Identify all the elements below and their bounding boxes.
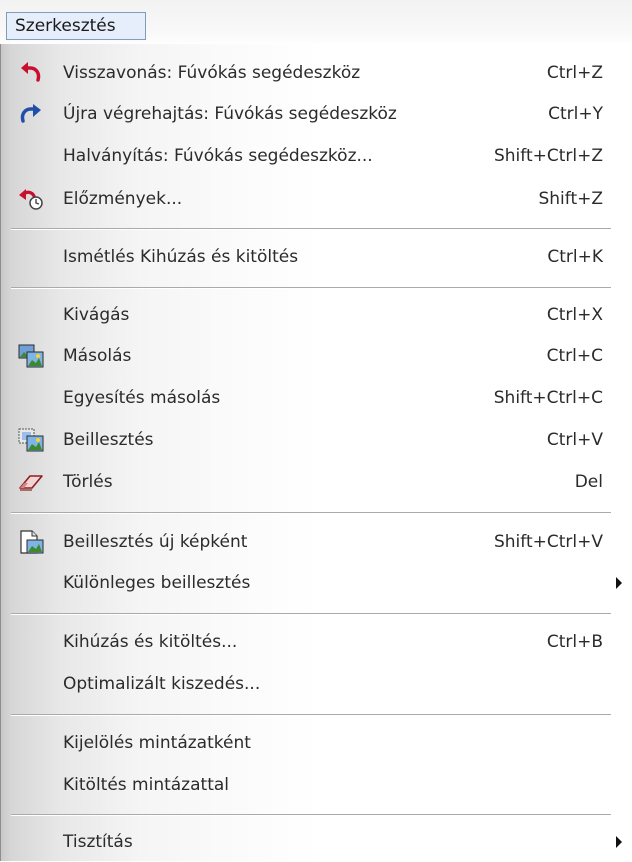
- menu-item-copy[interactable]: Másolás Ctrl+C: [1, 336, 632, 376]
- paste-icon: [18, 428, 44, 452]
- undo-icon: [18, 61, 44, 85]
- menu-item-shortcut: Ctrl+Y: [548, 104, 603, 124]
- menu-item-label: Beillesztés új képként: [63, 532, 248, 552]
- menu-item-shortcut: Ctrl+B: [546, 632, 603, 652]
- menu-item-repeat[interactable]: Ismétlés Kihúzás és kitöltés Ctrl+K: [1, 237, 632, 277]
- paste-as-new-image-icon: [18, 530, 44, 554]
- menu-item-cut[interactable]: Kivágás Ctrl+X: [1, 295, 632, 335]
- menu-separator: [11, 287, 611, 289]
- menu-item-optimized-selection[interactable]: Optimalizált kiszedés...: [1, 664, 632, 704]
- copy-icon: [18, 344, 44, 368]
- menu-item-copy-merged[interactable]: Egyesítés másolás Shift+Ctrl+C: [1, 378, 632, 418]
- menu-item-label: Visszavonás: Fúvókás segédeszköz: [63, 63, 361, 83]
- menu-item-fade[interactable]: Halványítás: Fúvókás segédeszköz... Shif…: [1, 136, 632, 176]
- menu-item-shortcut: Shift+Ctrl+C: [493, 388, 603, 408]
- menu-item-label: Kitöltés mintázattal: [63, 775, 229, 795]
- menu-item-label: Kivágás: [63, 305, 130, 325]
- menu-item-clear[interactable]: Tisztítás: [1, 822, 632, 862]
- menu-item-define-pattern[interactable]: Kijelölés mintázatként: [1, 723, 632, 763]
- menu-item-label: Ismétlés Kihúzás és kitöltés: [63, 247, 299, 267]
- menu-item-label: Optimalizált kiszedés...: [63, 674, 261, 694]
- redo-icon: [18, 102, 44, 126]
- menu-item-label: Beillesztés: [63, 430, 154, 450]
- menu-separator: [11, 814, 611, 816]
- menu-item-paste[interactable]: Beillesztés Ctrl+V: [1, 420, 632, 460]
- menu-item-fill-with-pattern[interactable]: Kitöltés mintázattal: [1, 765, 632, 805]
- menu-item-shortcut: Shift+Z: [538, 189, 603, 209]
- menu-separator: [11, 228, 611, 230]
- menu-separator: [11, 714, 611, 716]
- menu-item-label: Egyesítés másolás: [63, 388, 221, 408]
- menu-item-label: Különleges beillesztés: [63, 573, 251, 593]
- edit-menu-dropdown: Visszavonás: Fúvókás segédeszköz Ctrl+Z …: [0, 44, 632, 861]
- menu-item-shortcut: Ctrl+V: [546, 430, 603, 450]
- menu-item-label: Kihúzás és kitöltés...: [63, 632, 238, 652]
- menu-edit[interactable]: Szerkesztés: [6, 12, 146, 40]
- menu-item-label: Előzmények...: [63, 189, 183, 209]
- menu-item-paste-special[interactable]: Különleges beillesztés: [1, 563, 632, 603]
- history-icon: [18, 187, 44, 211]
- menu-item-shortcut: Ctrl+K: [547, 247, 603, 267]
- menu-item-history[interactable]: Előzmények... Shift+Z: [1, 179, 632, 219]
- menu-item-shortcut: Ctrl+X: [546, 305, 603, 325]
- menu-item-shortcut: Shift+Ctrl+Z: [493, 146, 603, 166]
- menu-item-shortcut: Ctrl+C: [546, 346, 603, 366]
- menu-item-undo[interactable]: Visszavonás: Fúvókás segédeszköz Ctrl+Z: [1, 53, 632, 93]
- menu-item-delete[interactable]: Törlés Del: [1, 462, 632, 502]
- menu-item-shortcut: Ctrl+Z: [546, 63, 603, 83]
- menu-item-label: Halványítás: Fúvókás segédeszköz...: [63, 146, 373, 166]
- menu-item-stroke-and-fill[interactable]: Kihúzás és kitöltés... Ctrl+B: [1, 622, 632, 662]
- menu-item-shortcut: Shift+Ctrl+V: [493, 532, 603, 552]
- menu-item-redo[interactable]: Újra végrehajtás: Fúvókás segédeszköz Ct…: [1, 94, 632, 134]
- menu-separator: [11, 613, 611, 615]
- menu-item-shortcut: Del: [574, 472, 603, 492]
- menu-item-paste-as-new-image[interactable]: Beillesztés új képként Shift+Ctrl+V: [1, 522, 632, 562]
- menu-separator: [11, 512, 611, 514]
- menu-item-label: Újra végrehajtás: Fúvókás segédeszköz: [63, 104, 397, 124]
- menu-item-label: Tisztítás: [63, 832, 133, 852]
- submenu-arrow-icon: [616, 836, 622, 848]
- eraser-icon: [18, 470, 44, 494]
- menu-item-label: Törlés: [63, 472, 113, 492]
- submenu-arrow-icon: [616, 577, 622, 589]
- menu-item-label: Másolás: [63, 346, 132, 366]
- menu-item-label: Kijelölés mintázatként: [63, 733, 251, 753]
